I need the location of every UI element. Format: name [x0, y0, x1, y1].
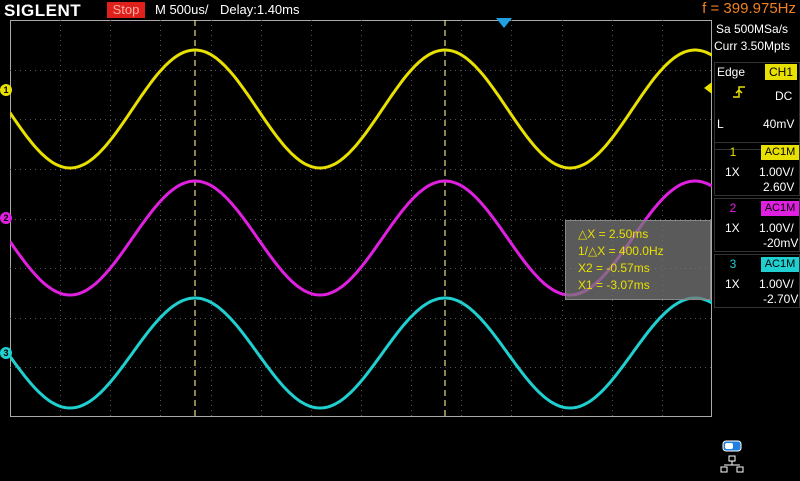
- channel-3-panel[interactable]: 3 AC1M 1X 1.00V/ -2.70V: [714, 254, 800, 308]
- delta-x-readout: △X = 2.50ms: [578, 227, 649, 241]
- channel-1-number: 1: [729, 145, 737, 159]
- scope-grid-svg: [10, 20, 712, 417]
- ch1-marker[interactable]: 1: [0, 84, 12, 96]
- channel-3-offset: -2.70V: [763, 292, 799, 306]
- trigger-level-value: 40mV: [763, 117, 795, 131]
- trigger-panel[interactable]: Edge CH1 DC L 40mV: [714, 62, 800, 150]
- brand-logo: SIGLENT: [4, 1, 82, 20]
- trigger-type: Edge: [717, 65, 746, 79]
- rising-edge-icon: [733, 86, 745, 98]
- ch2-marker[interactable]: 2: [0, 212, 12, 224]
- x2-readout: X2 = -0.57ms: [578, 261, 650, 275]
- waveform-display[interactable]: [10, 20, 712, 417]
- delay-label[interactable]: Delay:1.40ms: [220, 2, 299, 18]
- trigger-level-label: L: [717, 117, 724, 131]
- channel-3-scale: 1.00V/: [759, 277, 794, 291]
- usb-storage-icon: [722, 440, 742, 452]
- channel-1-scale: 1.00V/: [759, 165, 794, 179]
- channel-1-coupling: AC1M: [761, 145, 799, 160]
- trigger-position-marker[interactable]: [496, 18, 512, 28]
- trigger-coupling: DC: [775, 89, 793, 103]
- channel-2-probe: 1X: [725, 221, 740, 235]
- trigger-level-marker[interactable]: [704, 82, 712, 94]
- channel-3-coupling: AC1M: [761, 257, 799, 272]
- sample-rate: Sa 500MSa/s: [716, 22, 789, 36]
- x1-readout: X1 = -3.07ms: [578, 278, 650, 292]
- channel-2-panel[interactable]: 2 AC1M 1X 1.00V/ -20mV: [714, 198, 800, 252]
- timebase-label[interactable]: M 500us/: [155, 2, 208, 18]
- memory-depth: Curr 3.50Mpts: [714, 39, 791, 53]
- frequency-counter: f = 399.975Hz: [702, 0, 796, 17]
- channel-1-panel[interactable]: 1 AC1M 1X 1.00V/ 2.60V: [714, 142, 800, 196]
- run-stop-status[interactable]: Stop: [107, 2, 145, 18]
- channel-1-probe: 1X: [725, 165, 740, 179]
- cursor-measurement-panel: △X = 2.50ms 1/△X = 400.0Hz X2 = -0.57ms …: [565, 220, 711, 300]
- inverse-delta-x-readout: 1/△X = 400.0Hz: [578, 244, 664, 258]
- ch3-marker[interactable]: 3: [0, 347, 12, 359]
- channel-2-number: 2: [729, 201, 737, 215]
- trigger-source[interactable]: CH1: [765, 64, 797, 80]
- status-icons: [720, 438, 748, 476]
- channel-2-scale: 1.00V/: [759, 221, 794, 235]
- channel-2-coupling: AC1M: [761, 201, 799, 216]
- channel-1-offset: 2.60V: [763, 180, 795, 194]
- right-info-panel: Sa 500MSa/s Curr 3.50Mpts Edge CH1 DC L …: [712, 20, 800, 480]
- channel-3-probe: 1X: [725, 277, 740, 291]
- channel-2-offset: -20mV: [763, 236, 799, 250]
- network-icon: [720, 455, 744, 473]
- channel-3-number: 3: [729, 257, 737, 271]
- grid-border: [10, 20, 712, 417]
- top-status-bar: SIGLENT Stop M 500us/ Delay:1.40ms f = 3…: [0, 0, 800, 20]
